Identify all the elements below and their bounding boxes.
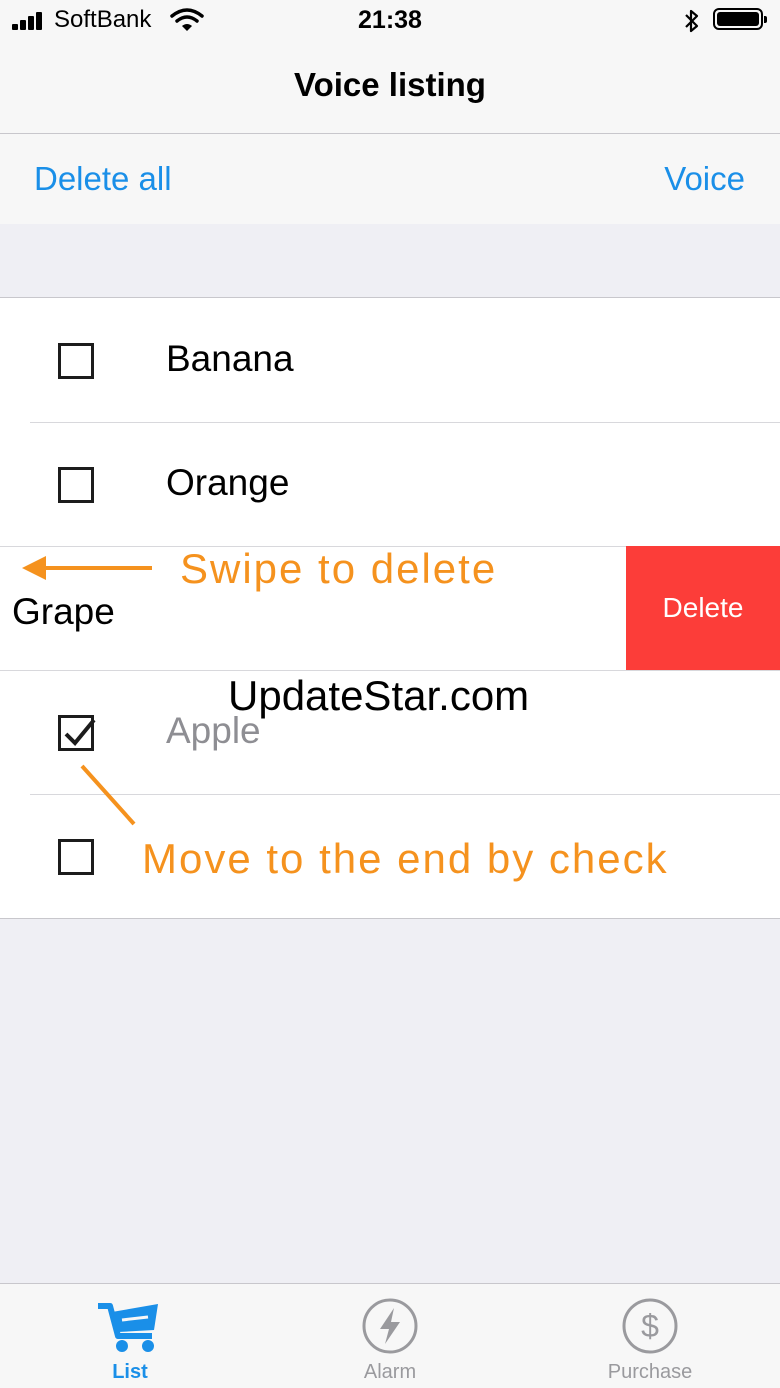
toolbar: Delete all Voice [0, 134, 780, 224]
tab-alarm[interactable]: Alarm [260, 1284, 520, 1388]
status-bar: SoftBank 21:38 [0, 0, 780, 40]
checkbox[interactable] [58, 839, 94, 875]
tab-purchase[interactable]: $ Purchase [520, 1284, 780, 1388]
cart-icon [96, 1296, 164, 1361]
battery-icon [713, 8, 767, 30]
tab-label: List [112, 1361, 148, 1383]
clock: 21:38 [358, 6, 422, 34]
tab-bar: List Alarm $ Purchase [0, 1283, 780, 1388]
delete-all-button[interactable]: Delete all [34, 160, 172, 198]
tab-list[interactable]: List [0, 1284, 260, 1388]
dollar-icon: $ [620, 1296, 680, 1361]
item-label: Orange [166, 462, 290, 503]
item-label: Grape [12, 591, 115, 632]
navigation-bar: Voice listing [0, 40, 780, 134]
tab-label: Purchase [607, 1361, 693, 1383]
lightning-icon [360, 1296, 420, 1361]
list-item[interactable]: Orange [0, 422, 780, 546]
bluetooth-icon [683, 8, 701, 39]
move-annotation: Move to the end by check [142, 835, 669, 882]
checkbox[interactable] [58, 343, 94, 379]
watermark: UpdateStar.com [228, 672, 530, 719]
page-title: Voice listing [294, 66, 486, 103]
item-list: Banana Orange Grape Delete Apple [0, 297, 780, 919]
item-label: Banana [166, 338, 294, 379]
tab-label: Alarm [363, 1361, 417, 1383]
list-item[interactable]: Banana [0, 298, 780, 422]
svg-text:$: $ [641, 1308, 659, 1344]
checkbox[interactable] [58, 467, 94, 503]
checkmark-icon [64, 718, 96, 746]
checkbox-checked[interactable] [58, 715, 96, 751]
swipe-annotation: Swipe to delete [180, 545, 498, 592]
delete-button[interactable]: Delete [626, 546, 780, 670]
voice-button[interactable]: Voice [664, 160, 745, 198]
